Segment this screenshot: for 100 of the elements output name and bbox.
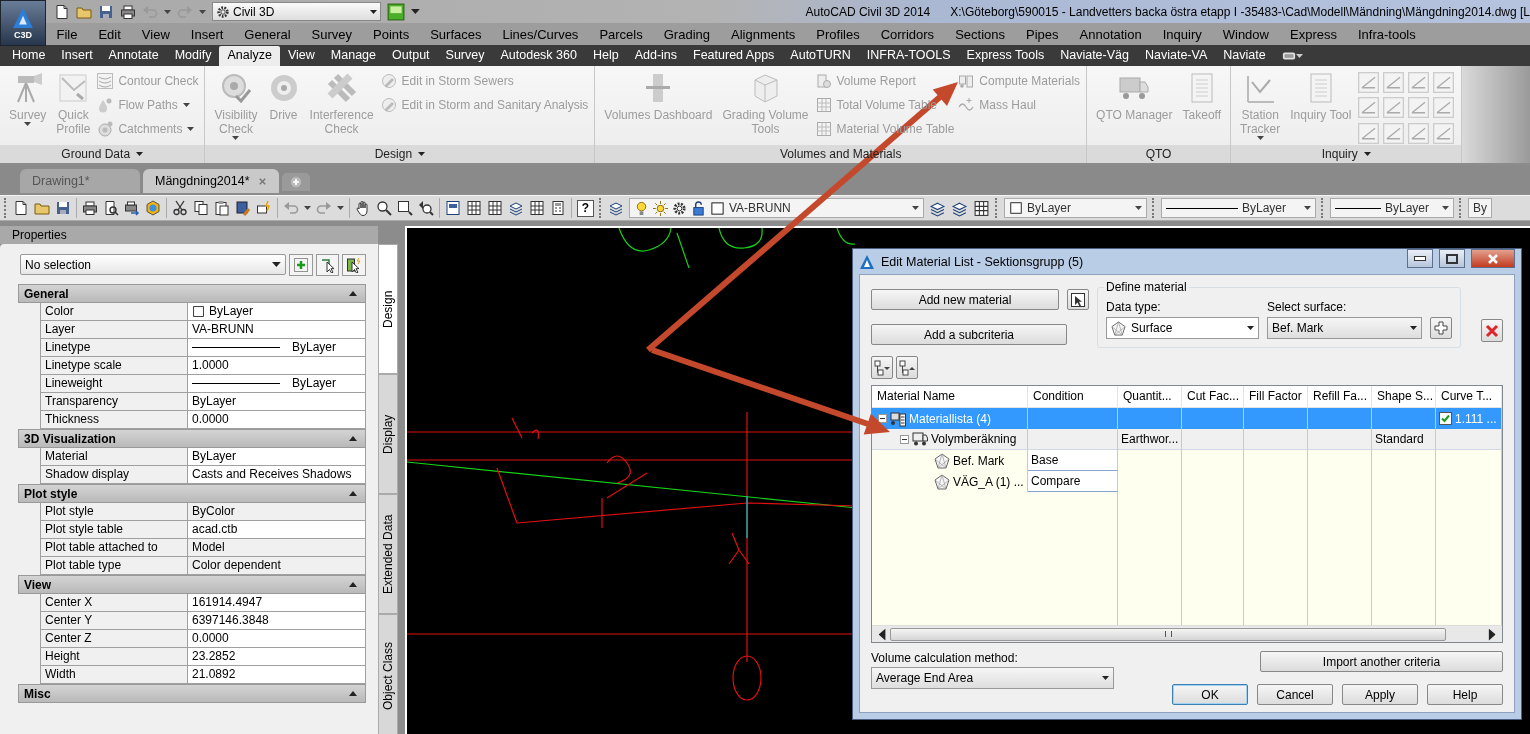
property-value[interactable]: 6397146.3848: [188, 612, 366, 630]
magnifier-icon[interactable]: [376, 200, 392, 216]
layers-icon[interactable]: [951, 199, 968, 217]
layers-icon[interactable]: [608, 200, 624, 216]
minimize-button[interactable]: [1407, 249, 1433, 268]
close-button[interactable]: [1471, 249, 1515, 268]
layers-icon[interactable]: [508, 200, 524, 216]
column-header[interactable]: Fill Factor: [1244, 386, 1308, 407]
selection-dropdown[interactable]: No selection: [20, 254, 286, 275]
table-icon[interactable]: [973, 199, 990, 217]
layer-tool-icon[interactable]: [386, 2, 405, 21]
scissors-icon[interactable]: [172, 200, 188, 216]
menu-item[interactable]: Lines/Curves: [492, 26, 589, 42]
checkbox[interactable]: [1439, 412, 1452, 425]
color-dropdown[interactable]: ByLayer: [1004, 198, 1147, 218]
column-header[interactable]: Quantit...: [1118, 386, 1182, 407]
table-icon[interactable]: [529, 200, 545, 216]
scroll-left-icon[interactable]: [878, 627, 886, 641]
section-header[interactable]: Plot style: [18, 484, 366, 503]
menu-item[interactable]: Surfaces: [419, 26, 492, 42]
toolbar-button[interactable]: [342, 254, 366, 276]
file-tab[interactable]: Mängdning2014*: [143, 169, 279, 193]
property-value[interactable]: VA-BRUNN: [188, 321, 366, 339]
collapse-node-icon[interactable]: [900, 434, 909, 444]
menu-item[interactable]: Pipes: [1015, 26, 1070, 42]
column-header[interactable]: Shape S...: [1372, 386, 1436, 407]
calculator-icon[interactable]: [550, 200, 566, 216]
column-header[interactable]: Condition: [1028, 386, 1118, 407]
menu-item[interactable]: Profiles: [805, 26, 871, 42]
caret-icon[interactable]: [337, 206, 344, 210]
menu-item[interactable]: Infra-tools: [1347, 26, 1427, 42]
plot-style-dropdown[interactable]: By: [1468, 198, 1492, 218]
page-magnifier-icon[interactable]: [103, 200, 119, 216]
caret-icon[interactable]: [1295, 53, 1303, 58]
property-value[interactable]: ByLayer: [188, 448, 366, 466]
printer-icon[interactable]: [120, 3, 136, 20]
tree-row[interactable]: Bef. Mark Base: [872, 450, 1502, 471]
side-tab[interactable]: Design: [378, 244, 398, 374]
ribbon-tab[interactable]: Analyze: [219, 46, 280, 66]
menu-item[interactable]: Insert: [180, 26, 234, 42]
menu-item[interactable]: File: [46, 26, 88, 42]
tree-item-label[interactable]: Bef. Mark: [953, 453, 1005, 468]
collapse-node-icon[interactable]: [878, 414, 887, 423]
panel-title[interactable]: Ground Data: [0, 145, 205, 163]
menu-item[interactable]: Annotation: [1069, 26, 1153, 42]
lineweight-dropdown[interactable]: ByLayer: [1330, 198, 1454, 218]
workspace-dropdown[interactable]: Civil 3D: [212, 2, 381, 21]
hand-icon[interactable]: [355, 200, 371, 216]
column-header[interactable]: Material Name: [872, 386, 1028, 407]
ribbon-tab[interactable]: Naviate-VA: [1137, 46, 1216, 66]
tree-button[interactable]: [896, 356, 918, 379]
copy-icon[interactable]: [193, 200, 209, 216]
caret-icon[interactable]: [410, 9, 420, 14]
ribbon-tab[interactable]: Featured Apps: [685, 46, 783, 66]
zoom-window-icon[interactable]: [397, 200, 413, 216]
panel-icon[interactable]: [445, 200, 461, 216]
menu-item[interactable]: Points: [362, 26, 420, 42]
property-value[interactable]: 23.2852: [188, 648, 366, 666]
dialog-button[interactable]: Help: [1427, 684, 1503, 705]
printer-icon[interactable]: [82, 200, 98, 216]
ribbon-tab[interactable]: View: [279, 46, 323, 66]
ribbon-tab[interactable]: Modify: [166, 46, 220, 66]
ribbon-tab[interactable]: Add-ins: [626, 46, 686, 66]
ribbon-tab[interactable]: Naviate-Väg: [1052, 46, 1137, 66]
surface-picker-dropdown[interactable]: Bef. Mark: [1267, 317, 1422, 339]
maximize-button[interactable]: [1439, 249, 1465, 268]
ribbon-tab[interactable]: Survey: [437, 46, 493, 66]
add-surface-button[interactable]: [1430, 317, 1452, 339]
caret-icon[interactable]: [304, 206, 311, 210]
property-value[interactable]: ByLayer: [188, 303, 366, 321]
toolbar-button[interactable]: [315, 254, 340, 276]
panel-title[interactable]: Inquiry: [1231, 145, 1462, 163]
tree-row[interactable]: Volymberäkning Earthwor... Standard: [872, 429, 1502, 450]
layer-dropdown[interactable]: VA-BRUNN: [629, 198, 924, 218]
ribbon-tab[interactable]: Manage: [322, 46, 385, 66]
property-value[interactable]: 1.0000: [188, 357, 366, 375]
column-header[interactable]: Curve T...: [1436, 386, 1502, 407]
volume-method-dropdown[interactable]: Average End Area: [871, 667, 1114, 689]
side-tab[interactable]: Display: [378, 374, 398, 494]
menu-item[interactable]: Alignments: [720, 26, 806, 42]
table-icon[interactable]: [487, 200, 503, 216]
property-value[interactable]: 0.0000: [188, 411, 366, 429]
magnifier-arrow-icon[interactable]: [418, 200, 434, 216]
ribbon-tab[interactable]: INFRA-TOOLS: [858, 46, 959, 66]
menu-item[interactable]: Sections: [944, 26, 1016, 42]
new-tab-button[interactable]: [281, 173, 310, 191]
side-tab[interactable]: Extended Data: [378, 494, 398, 614]
ribbon-tab[interactable]: Express Tools: [958, 46, 1053, 66]
model-space-canvas[interactable]: [405, 226, 1530, 734]
add-material-button[interactable]: Add new material: [871, 289, 1059, 310]
cube-globe-icon[interactable]: [145, 200, 161, 216]
printer-arrow-icon[interactable]: [124, 200, 140, 216]
ribbon-tab[interactable]: Autodesk 360: [492, 46, 585, 66]
layers-icon[interactable]: [929, 199, 946, 217]
menu-item[interactable]: General: [233, 26, 302, 42]
property-value[interactable]: Casts and Receives Shadows: [188, 466, 366, 484]
paintbrush-icon[interactable]: [235, 200, 251, 216]
ribbon-tab[interactable]: Naviate: [1215, 46, 1274, 66]
property-value[interactable]: ByLayer: [188, 393, 366, 411]
ribbon-tab[interactable]: Help: [584, 46, 627, 66]
